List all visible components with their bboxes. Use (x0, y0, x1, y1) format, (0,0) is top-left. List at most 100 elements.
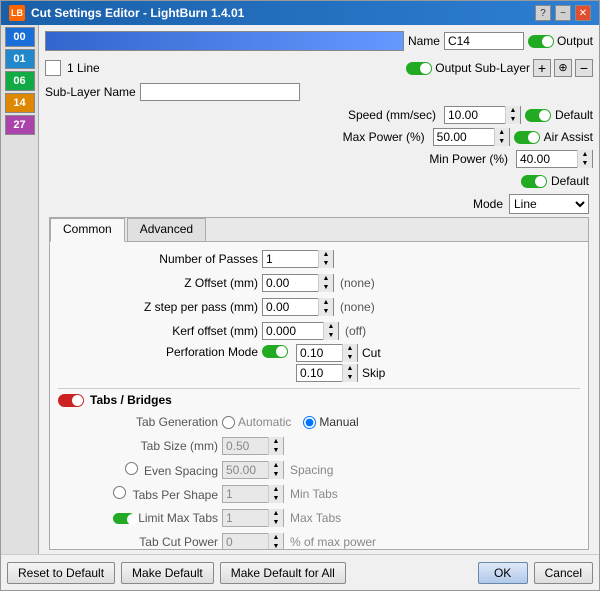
limittabs-toggle[interactable] (113, 513, 135, 524)
layer-item-01[interactable]: 01 (5, 49, 35, 69)
make-default-button[interactable]: Make Default (121, 562, 214, 584)
cancel-button[interactable]: Cancel (534, 562, 593, 584)
manual-radio-label[interactable]: Manual (303, 415, 358, 429)
help-button[interactable]: ? (535, 5, 551, 21)
line-checkbox[interactable] (45, 60, 61, 76)
zoffset-input[interactable] (263, 276, 318, 290)
cut-down[interactable]: ▼ (343, 353, 357, 362)
perf-toggle[interactable] (262, 345, 288, 358)
kerf-spinner: ▲ ▼ (323, 322, 338, 340)
perf-section: Perforation Mode ▲ ▼ (58, 344, 580, 382)
tabsize-down[interactable]: ▼ (269, 446, 283, 455)
minpower-input[interactable] (517, 152, 577, 166)
mode-select[interactable]: Line Fill Fill+Line Offset Fill (509, 194, 589, 214)
tabcut-input[interactable] (223, 535, 268, 549)
name-input[interactable] (444, 32, 524, 50)
speed-spinner: ▲ ▼ (505, 106, 520, 124)
reset-to-default-button[interactable]: Reset to Default (7, 562, 115, 584)
automatic-radio-label[interactable]: Automatic (222, 415, 291, 429)
skip-up[interactable]: ▲ (343, 364, 357, 373)
tabsper-up[interactable]: ▲ (269, 485, 283, 494)
layer-item-00[interactable]: 00 (5, 27, 35, 47)
tabsize-input[interactable] (223, 439, 268, 453)
sublayer-input[interactable] (140, 83, 300, 101)
tabsize-spinner: ▲ ▼ (268, 437, 283, 455)
zoffset-label: Z Offset (mm) (58, 276, 258, 290)
evenspacing-up[interactable]: ▲ (269, 461, 283, 470)
tab-common[interactable]: Common (50, 218, 125, 242)
sublayer-label: Sub-Layer Name (45, 85, 136, 99)
tabcut-up[interactable]: ▲ (269, 533, 283, 542)
minpower-up[interactable]: ▲ (578, 150, 592, 159)
output-toggle[interactable] (528, 35, 554, 48)
zstep-down[interactable]: ▼ (319, 307, 333, 316)
minpower-down[interactable]: ▼ (578, 159, 592, 168)
passes-up[interactable]: ▲ (319, 250, 333, 259)
zoffset-input-wrap: ▲ ▼ (262, 274, 334, 292)
evenspacing-row: Even Spacing ▲ ▼ Spacing (68, 459, 580, 481)
speed-toggle[interactable] (525, 109, 551, 122)
tab-advanced[interactable]: Advanced (127, 218, 206, 241)
kerf-input[interactable] (263, 324, 323, 338)
evenspacing-radio[interactable] (125, 462, 138, 475)
remove-sublayer-button[interactable]: − (575, 59, 593, 77)
evenspacing-input[interactable] (223, 463, 268, 477)
maxpower-up[interactable]: ▲ (495, 128, 509, 137)
passes-row: Number of Passes ▲ ▼ (58, 248, 580, 270)
zoffset-up[interactable]: ▲ (319, 274, 333, 283)
evenspacing-spinner: ▲ ▼ (268, 461, 283, 479)
layer-item-06[interactable]: 06 (5, 71, 35, 91)
passes-down[interactable]: ▼ (319, 259, 333, 268)
tabsper-radio[interactable] (113, 486, 126, 499)
tabs-bridges-toggle[interactable] (58, 394, 84, 407)
layer-item-27[interactable]: 27 (5, 115, 35, 135)
tabcut-label: Tab Cut Power (68, 535, 218, 549)
layer-item-14[interactable]: 14 (5, 93, 35, 113)
copy-sublayer-button[interactable]: ⊕ (554, 59, 572, 77)
make-default-for-all-button[interactable]: Make Default for All (220, 562, 346, 584)
zstep-up[interactable]: ▲ (319, 298, 333, 307)
default-label: Default (551, 174, 589, 188)
skip-input[interactable] (297, 366, 342, 380)
maxpower-spinner: ▲ ▼ (494, 128, 509, 146)
maxpower-down[interactable]: ▼ (495, 137, 509, 146)
output-sublayer-toggle[interactable] (406, 62, 432, 75)
passes-input[interactable] (263, 252, 318, 266)
main-form: Name Output 1 Line Output Sub-Layer + ⊕ … (39, 25, 599, 554)
tabsper-input[interactable] (223, 487, 268, 501)
manual-radio[interactable] (303, 416, 316, 429)
cut-input[interactable] (297, 346, 342, 360)
passes-label: Number of Passes (58, 252, 258, 266)
default-toggle[interactable] (521, 175, 547, 188)
maxpower-toggle[interactable] (514, 131, 540, 144)
window-title: Cut Settings Editor - LightBurn 1.4.01 (31, 6, 244, 20)
add-sublayer-button[interactable]: + (533, 59, 551, 77)
tabs-bridges-header: Tabs / Bridges (58, 388, 580, 407)
minimize-button[interactable]: − (555, 5, 571, 21)
tabsper-down[interactable]: ▼ (269, 494, 283, 503)
limittabs-input[interactable] (223, 511, 268, 525)
ok-button[interactable]: OK (478, 562, 528, 584)
skip-down[interactable]: ▼ (343, 373, 357, 382)
kerf-down[interactable]: ▼ (324, 331, 338, 340)
limittabs-down[interactable]: ▼ (269, 518, 283, 527)
automatic-radio[interactable] (222, 416, 235, 429)
skip-label: Skip (362, 366, 385, 380)
speed-down[interactable]: ▼ (506, 115, 520, 124)
close-button[interactable]: ✕ (575, 5, 591, 21)
speed-input[interactable] (445, 108, 505, 122)
kerf-up[interactable]: ▲ (324, 322, 338, 331)
color-bar[interactable] (45, 31, 404, 51)
kerf-input-wrap: ▲ ▼ (262, 322, 339, 340)
limittabs-up[interactable]: ▲ (269, 509, 283, 518)
zstep-input[interactable] (263, 300, 318, 314)
speed-extra: Default (555, 108, 593, 122)
zoffset-down[interactable]: ▼ (319, 283, 333, 292)
cut-up[interactable]: ▲ (343, 344, 357, 353)
output-sublayer-label: Output Sub-Layer (435, 61, 530, 75)
tabcut-down[interactable]: ▼ (269, 542, 283, 549)
tabsize-up[interactable]: ▲ (269, 437, 283, 446)
speed-up[interactable]: ▲ (506, 106, 520, 115)
maxpower-input[interactable] (434, 130, 494, 144)
evenspacing-down[interactable]: ▼ (269, 470, 283, 479)
